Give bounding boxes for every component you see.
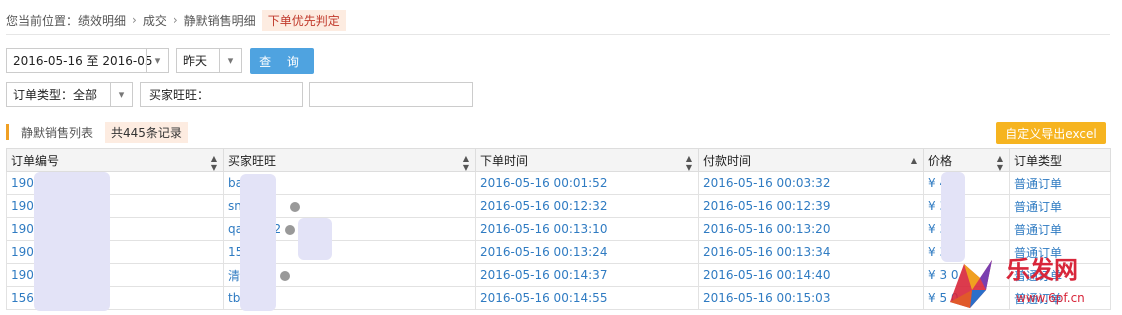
- pay-time-cell: 2016-05-16 00:12:39: [698, 194, 924, 218]
- table-row: 190 50 清 2016-05-16 00:14:37 2016-05-16 …: [6, 263, 1111, 287]
- column-header-order-no[interactable]: 订单编号 ▲ ▼: [6, 148, 224, 172]
- column-header-order-type: 订单类型: [1009, 148, 1111, 172]
- order-type-value: 订单类型：全部: [13, 88, 98, 102]
- order-type-link[interactable]: 普通订单: [1009, 217, 1111, 241]
- pay-time-cell: 2016-05-16 00:14:40: [698, 263, 924, 287]
- watermark-url: www.6pf.cn: [1016, 291, 1085, 305]
- order-time-cell: 2016-05-16 00:14:37: [475, 263, 699, 287]
- sort-icon: ▲ ▼: [462, 154, 469, 172]
- record-count-badge: 共445条记录: [105, 121, 188, 143]
- redaction-mask: [34, 172, 110, 311]
- breadcrumb-item-silent-sales: 静默销售明细: [183, 13, 256, 28]
- column-header-buyer[interactable]: 买家旺旺 ▲ ▼: [223, 148, 476, 172]
- extra-input[interactable]: [309, 82, 473, 107]
- divider: [6, 34, 1110, 35]
- column-header-price[interactable]: 价格 ▲ ▼: [923, 148, 1010, 172]
- query-button[interactable]: 查 询: [250, 48, 314, 74]
- pay-time-cell: 2016-05-16 00:13:34: [698, 240, 924, 264]
- chevron-right-icon: ›: [132, 13, 137, 27]
- sort-icon: ▲ ▼: [996, 154, 1003, 172]
- column-header-pay-time[interactable]: 付款时间 ▲: [698, 148, 924, 172]
- pay-time-cell: 2016-05-16 00:15:03: [698, 286, 924, 310]
- column-label: 订单类型: [1014, 153, 1063, 168]
- buyer-link[interactable]: 清: [228, 269, 240, 283]
- column-label: 付款时间: [703, 153, 752, 168]
- order-time-cell: 2016-05-16 00:14:55: [475, 286, 699, 310]
- chevron-down-icon: ▾: [110, 83, 132, 106]
- price-cell: ¥ 3 0: [923, 217, 1010, 241]
- breadcrumb-item-deal[interactable]: 成交: [143, 12, 167, 29]
- export-excel-button[interactable]: 自定义导出excel: [996, 122, 1106, 144]
- buyer-wangwang-field[interactable]: 买家旺旺：: [140, 82, 303, 107]
- sort-asc-icon: ▲: [910, 156, 917, 165]
- chevron-right-icon: ›: [172, 13, 178, 27]
- day-select[interactable]: 昨天 ▾: [176, 48, 242, 73]
- accent-bar: [6, 124, 9, 140]
- wangwang-offline-icon[interactable]: [280, 271, 291, 281]
- list-title: 静默销售列表: [21, 125, 94, 140]
- order-time-cell: 2016-05-16 00:13:10: [475, 217, 699, 241]
- wangwang-offline-icon[interactable]: [289, 201, 300, 212]
- order-time-cell: 2016-05-16 00:01:52: [475, 171, 699, 195]
- date-range-value: 2016-05-16 至 2016-05: [13, 54, 153, 68]
- order-priority-badge[interactable]: 下单优先判定: [261, 9, 346, 31]
- sort-icon: ▲ ▼: [210, 154, 217, 172]
- column-label: 下单时间: [480, 153, 529, 168]
- buyer-wangwang-label: 买家旺旺：: [149, 88, 210, 102]
- watermark-logo-icon: 乐发网 www.6pf.cn: [950, 255, 1085, 308]
- date-range-select[interactable]: 2016-05-16 至 2016-05 ▾: [6, 48, 169, 73]
- order-type-select[interactable]: 订单类型：全部 ▾: [6, 82, 133, 107]
- column-label: 订单编号: [11, 153, 60, 168]
- site-watermark: 乐发网 www.6pf.cn: [946, 250, 1116, 312]
- column-label: 价格: [928, 153, 953, 168]
- list-header: 静默销售列表 共445条记录: [6, 121, 188, 143]
- table-header-row: 订单编号 ▲ ▼ 买家旺旺 ▲ ▼ 下单时间 ▲ ▼ 付款时间 ▲ 价格 ▲ ▼ 订单类型: [6, 148, 1111, 172]
- pay-time-cell: 2016-05-16 00:13:20: [698, 217, 924, 241]
- wangwang-offline-icon[interactable]: [285, 224, 296, 235]
- order-type-link[interactable]: 普通订单: [1009, 171, 1111, 195]
- chevron-down-icon: ▾: [219, 49, 241, 72]
- pay-time-cell: 2016-05-16 00:03:32: [698, 171, 924, 195]
- column-header-order-time[interactable]: 下单时间 ▲ ▼: [475, 148, 699, 172]
- breadcrumb-label: 您当前位置：: [6, 13, 79, 28]
- price-cell: ¥ 4 0: [923, 171, 1010, 195]
- redaction-mask: [240, 174, 276, 311]
- watermark-brand: 乐发网: [1006, 255, 1078, 284]
- day-value: 昨天: [183, 54, 208, 68]
- order-time-cell: 2016-05-16 00:12:32: [475, 194, 699, 218]
- column-label: 买家旺旺: [228, 153, 277, 168]
- order-time-cell: 2016-05-16 00:13:24: [475, 240, 699, 264]
- breadcrumb-item-performance[interactable]: 绩效明细: [78, 12, 126, 29]
- chevron-down-icon: ▾: [146, 49, 168, 72]
- order-type-link[interactable]: 普通订单: [1009, 194, 1111, 218]
- redaction-mask: [298, 218, 332, 260]
- sort-icon: ▲ ▼: [685, 154, 692, 172]
- breadcrumb: 您当前位置： 绩效明细 › 成交 › 静默销售明细 下单优先判定: [6, 9, 346, 31]
- price-cell: ¥ 3 0: [923, 194, 1010, 218]
- table-row: 156 91 tb 31 2016-05-16 00:14:55 2016-05…: [6, 286, 1111, 310]
- redaction-mask: [941, 172, 965, 262]
